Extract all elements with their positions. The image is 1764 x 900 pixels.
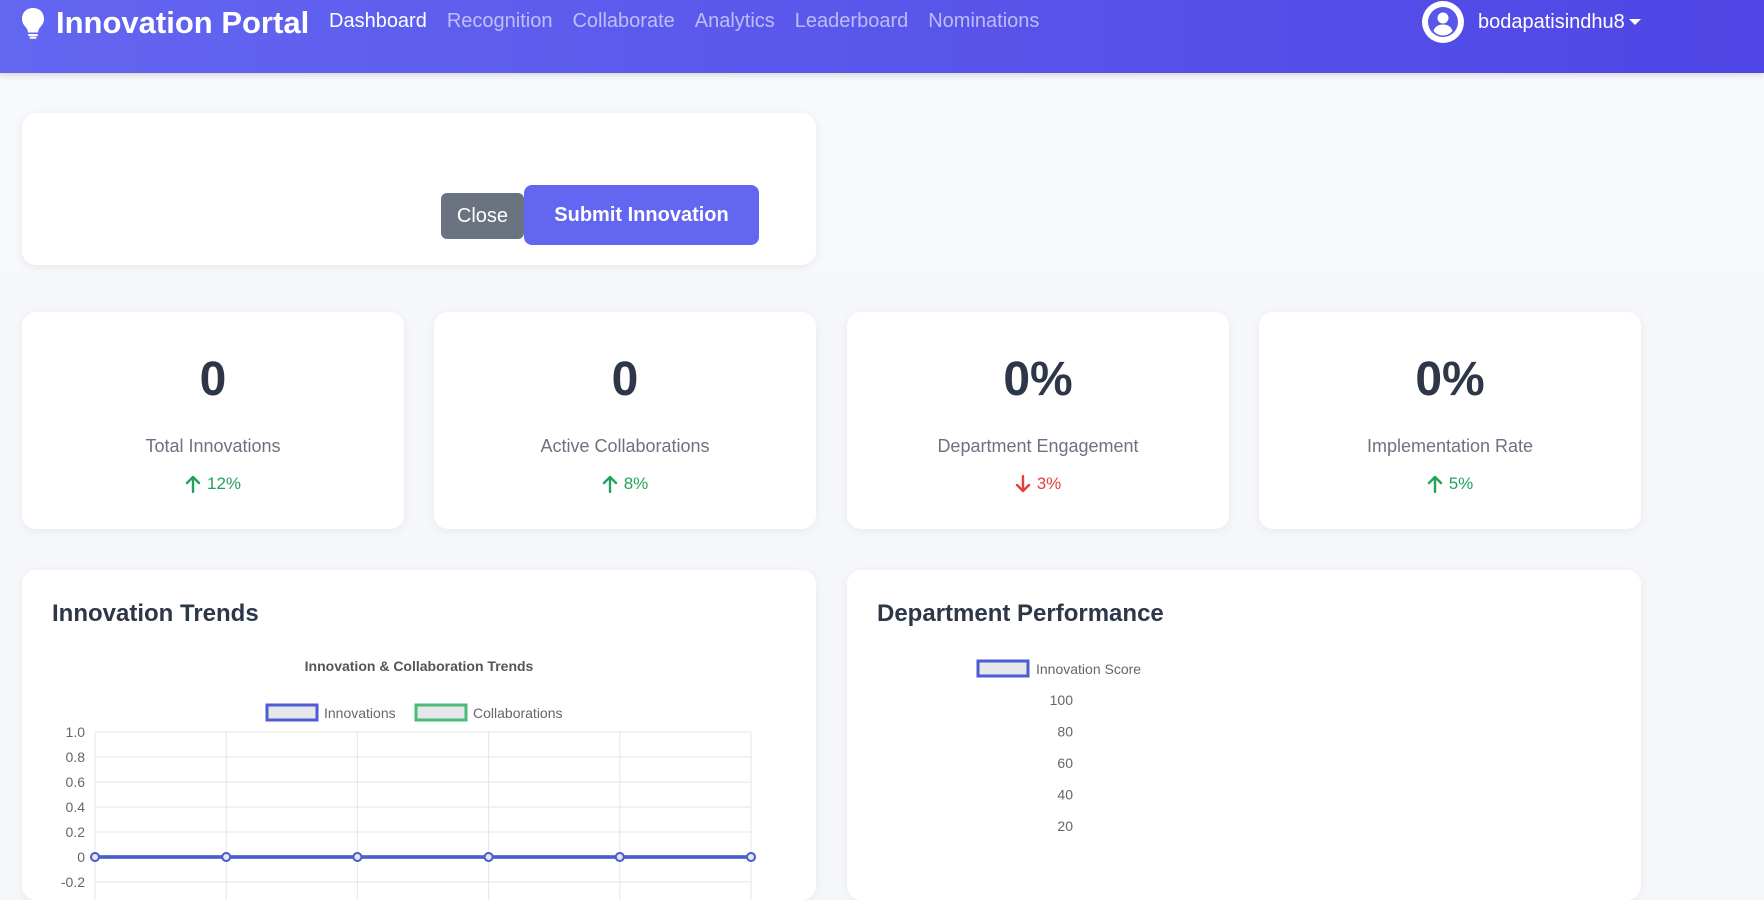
y-tick-label: 80 [1057,724,1073,740]
department-performance-card: Department Performance Innovation Score 1… [847,570,1641,900]
stat-change: 3% [847,474,1229,494]
legend-swatch [976,659,1030,678]
stat-label: Total Innovations [145,436,281,456]
stat-card-total-innovations: 0 Total Innovations 12% [22,312,404,529]
stat-change: 8% [434,474,816,494]
y-tick-label: 0.2 [66,824,86,840]
nav-link-dashboard[interactable]: Dashboard [329,10,427,33]
stat-label: Active Collaborations [540,436,710,456]
nav-links: Dashboard Recognition Collaborate Analyt… [329,10,1059,33]
data-point [483,852,494,862]
stat-value: 0 [199,353,227,406]
chevron-down-icon [1628,19,1641,25]
brand[interactable]: Innovation Portal [20,4,309,42]
stat-change: 12% [22,474,404,494]
stat-change: 5% [1259,474,1641,494]
y-tick-label: 0.4 [66,799,86,815]
y-tick-label: 100 [1050,692,1074,708]
arrow-up-icon [1427,475,1442,493]
data-point [221,852,232,862]
username: bodapatisindhu8 [1478,10,1625,33]
y-tick-label: 40 [1057,787,1073,803]
nav-link-nominations[interactable]: Nominations [928,10,1039,33]
nav-link-recognition[interactable]: Recognition [447,10,553,33]
submit-innovation-form: Close Submit Innovation [22,113,816,265]
stat-change-value: 12% [206,474,242,493]
innovation-trends-card: Innovation Trends Innovation & Collabora… [22,570,816,900]
y-tick-label: 20 [1057,818,1073,834]
stat-change-value: 5% [1448,474,1474,493]
chart-title: Innovation & Collaboration Trends [305,658,534,674]
lightbulb-icon [22,8,44,39]
y-tick-label: 0 [77,849,85,865]
legend-label: Collaborations [473,705,563,721]
y-tick-label: 0.8 [66,749,86,765]
stat-value: 0% [1415,353,1485,406]
form-section: Close Submit Innovation [0,73,1764,273]
stat-label: Department Engagement [937,436,1139,456]
y-tick-label: -0.2 [61,874,85,890]
arrow-up-icon [602,475,617,493]
legend-label: Innovation Score [1036,661,1141,677]
stat-card-department-engagement: 0% Department Engagement 3% [847,312,1229,529]
stat-change-value: 8% [623,474,649,493]
y-tick-label: 1.0 [66,724,86,740]
arrow-down-icon [1015,475,1030,493]
top-navbar: Innovation Portal Dashboard Recognition … [0,0,1764,73]
stat-card-implementation-rate: 0% Implementation Rate 5% [1259,312,1641,529]
nav-link-collaborate[interactable]: Collaborate [572,10,674,33]
data-point [746,852,756,862]
nav-link-leaderboard[interactable]: Leaderboard [795,10,908,33]
stat-value: 0% [1003,353,1073,406]
stat-label: Implementation Rate [1366,436,1534,456]
user-menu[interactable]: bodapatisindhu8 [1422,0,1641,44]
stat-change-value: 3% [1036,474,1062,493]
data-point [614,852,625,862]
department-performance-chart: Innovation Score 100 80 60 40 20 [976,659,1141,834]
close-button[interactable]: Close [441,193,524,239]
data-point [352,852,363,862]
y-tick-label: 60 [1057,755,1073,771]
brand-title: Innovation Portal [56,5,310,40]
legend-swatch [265,703,319,722]
arrow-up-icon [185,475,201,493]
nav-link-analytics[interactable]: Analytics [695,10,775,33]
y-tick-label: 0.6 [66,774,86,790]
legend-swatch [414,703,468,722]
data-point [90,852,100,862]
user-avatar-icon [1422,1,1464,43]
submit-innovation-button[interactable]: Submit Innovation [524,185,759,245]
stat-card-active-collaborations: 0 Active Collaborations 8% [434,312,816,529]
stat-value: 0 [611,353,639,406]
legend-label: Innovations [324,705,396,721]
innovation-trends-chart: Innovation & Collaboration Trends Innovat… [61,658,756,900]
